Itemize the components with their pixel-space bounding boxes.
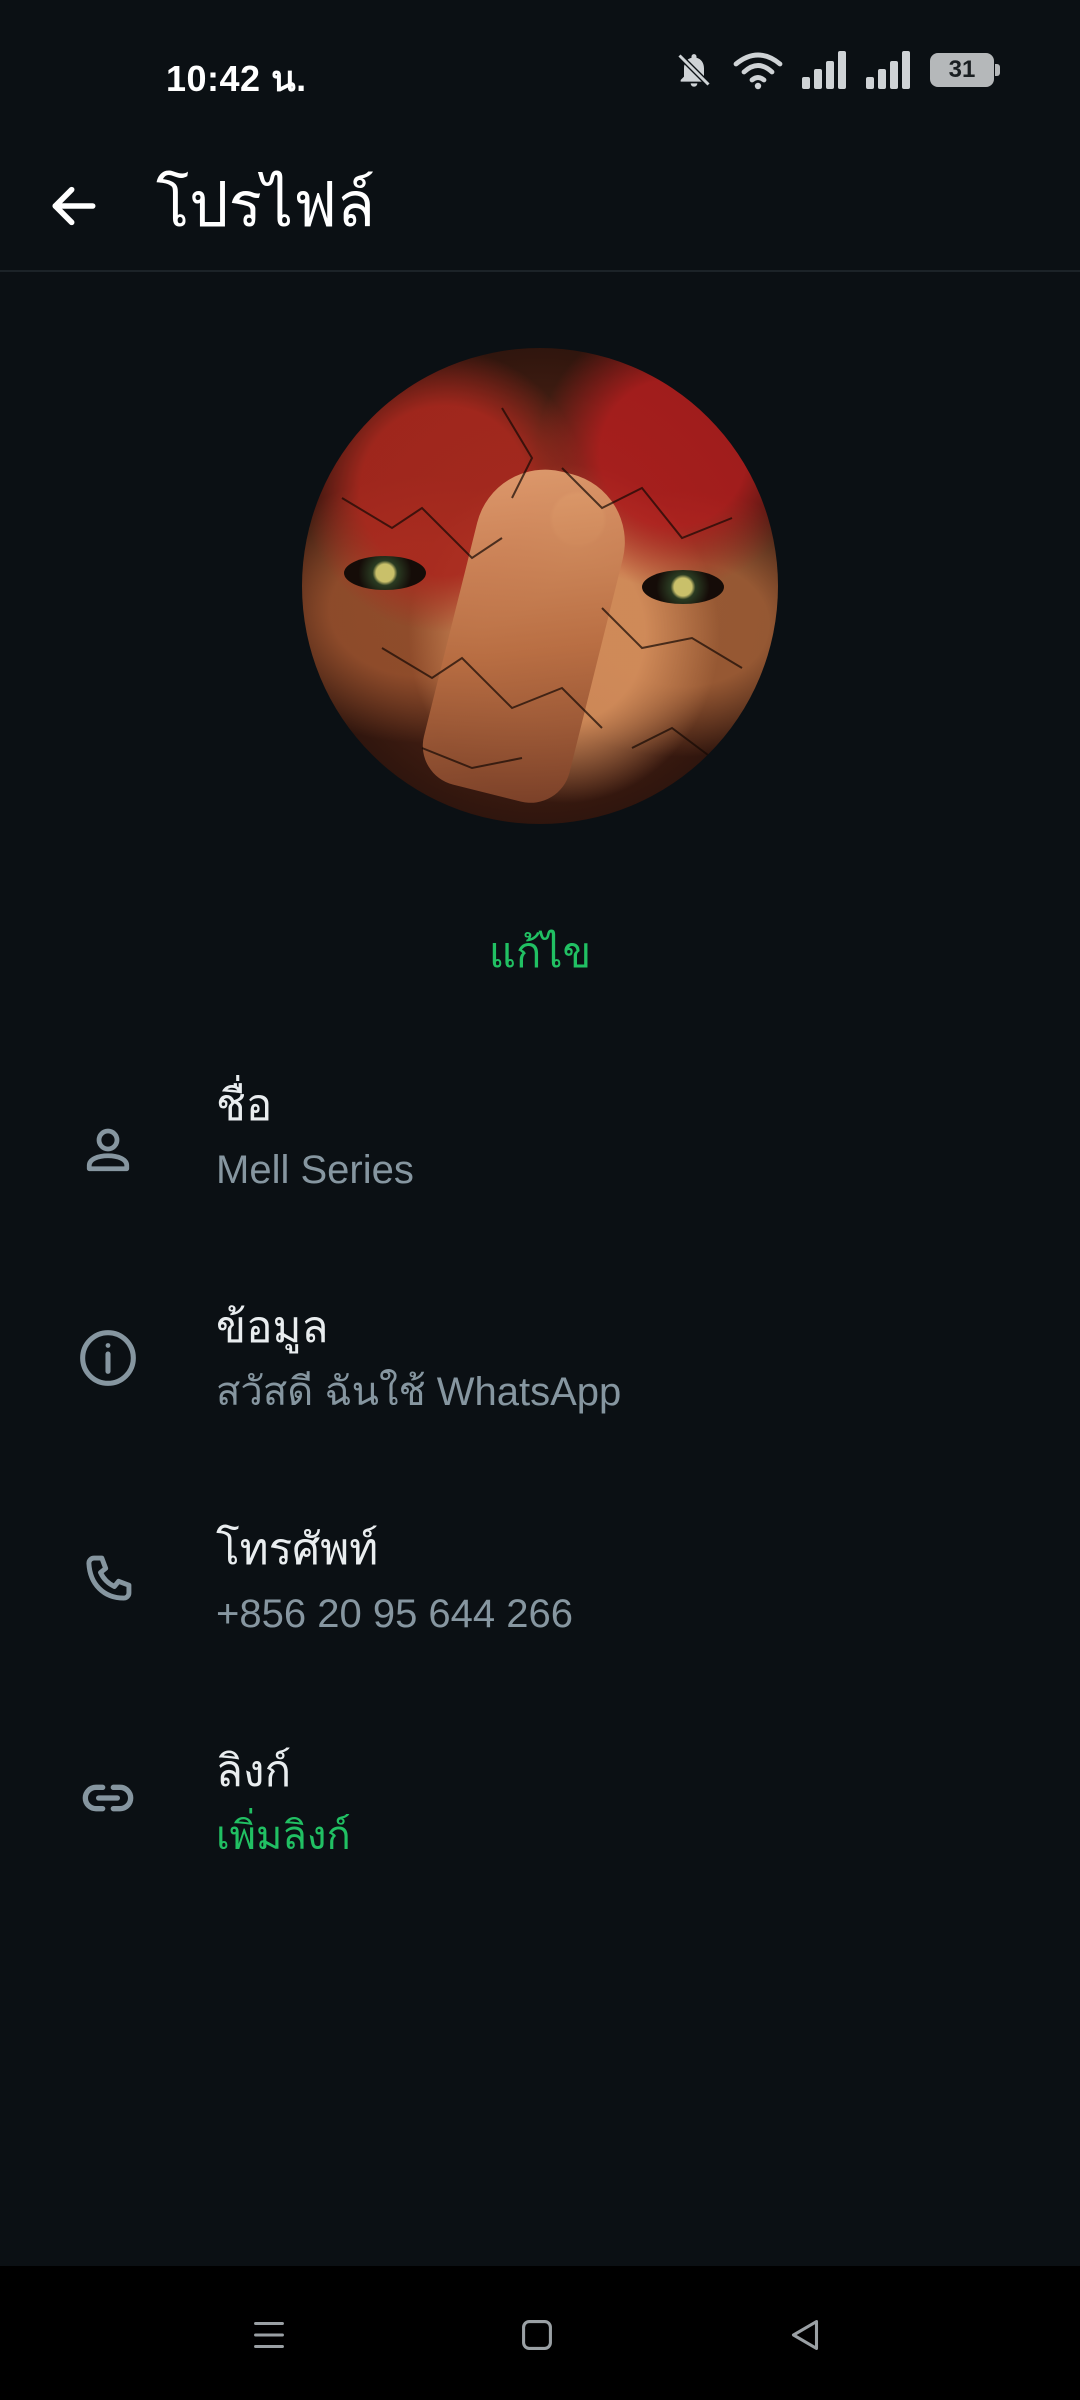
signal-icon [866, 51, 912, 89]
profile-screen: 10:42 น. 31 โปรไฟล์ แก้ไข ชื่อ Mell Seri… [0, 0, 1080, 2400]
battery-icon: 31 [930, 53, 1000, 87]
page-title: โปรไฟล์ [156, 168, 376, 241]
signal-icon [802, 51, 848, 89]
name-value: Mell Series [216, 1148, 414, 1192]
app-bar: โปรไฟล์ [0, 140, 1080, 272]
arrow-left-icon [52, 186, 96, 226]
phone-row[interactable]: โทรศัพท์ +856 20 95 644 266 [0, 1504, 1080, 1694]
name-label: ชื่อ [216, 1080, 273, 1131]
person-icon [68, 1110, 148, 1190]
back-nav-button[interactable] [760, 2290, 850, 2380]
link-icon [68, 1758, 148, 1838]
phone-label: โทรศัพท์ [216, 1524, 379, 1575]
info-icon [68, 1318, 148, 1398]
battery-level: 31 [948, 56, 976, 83]
menu-button[interactable] [224, 2290, 314, 2380]
about-label: ข้อมูล [216, 1302, 329, 1353]
menu-icon [254, 2321, 284, 2349]
profile-photo[interactable] [302, 348, 778, 824]
wifi-icon [732, 50, 784, 90]
about-value: สวัสดี ฉันใช้ WhatsApp [216, 1370, 622, 1414]
name-row[interactable]: ชื่อ Mell Series [0, 1060, 1080, 1250]
phone-value: +856 20 95 644 266 [216, 1592, 574, 1636]
photo-crack-lines [341, 407, 743, 770]
home-button[interactable] [492, 2290, 582, 2380]
back-triangle-icon [791, 2320, 819, 2350]
status-icons: 31 [674, 46, 1000, 94]
bell-muted-icon [674, 49, 714, 91]
links-row[interactable]: ลิงก์ เพิ่มลิงก์ [0, 1726, 1080, 1916]
phone-icon [68, 1540, 148, 1620]
links-label: ลิงก์ [216, 1746, 292, 1797]
status-time: 10:42 น. [166, 58, 307, 99]
add-links-button[interactable]: เพิ่มลิงก์ [216, 1812, 351, 1860]
system-nav-bar [0, 2266, 1080, 2400]
status-bar: 10:42 น. 31 [0, 0, 1080, 140]
back-button[interactable] [34, 166, 114, 246]
home-square-icon [522, 2320, 552, 2350]
edit-photo-link[interactable]: แก้ไข [0, 920, 1080, 986]
about-row[interactable]: ข้อมูล สวัสดี ฉันใช้ WhatsApp [0, 1282, 1080, 1472]
